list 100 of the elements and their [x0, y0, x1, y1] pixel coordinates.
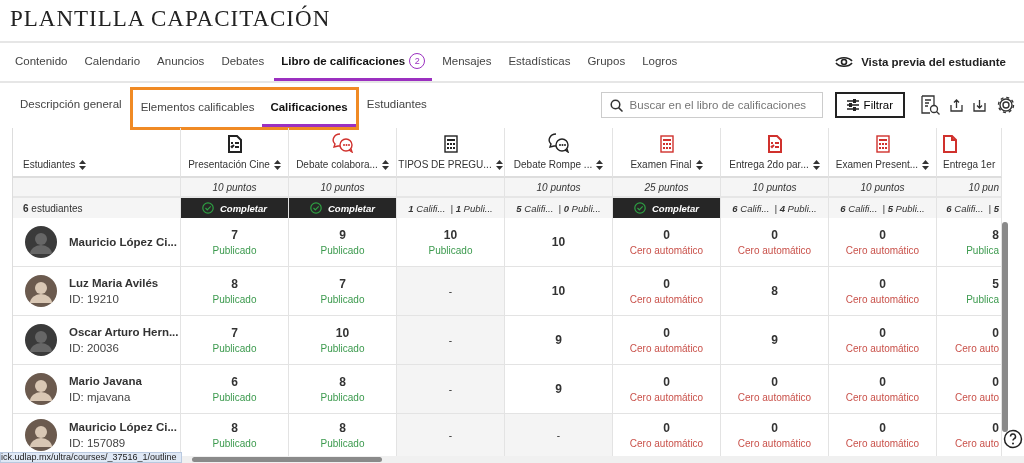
grade-cell[interactable]: 7 Publicado — [181, 218, 289, 267]
student-id: ID: 19210 — [69, 293, 120, 305]
column-title[interactable]: Debate colabora... — [296, 159, 378, 170]
grade-cell[interactable]: - — [397, 414, 505, 456]
grading-counts: 6 Califi... | 5 Publi... — [829, 198, 937, 218]
sort-icon[interactable] — [273, 159, 281, 170]
upload-icon[interactable] — [950, 98, 963, 112]
complete-button[interactable]: Completar — [181, 198, 289, 218]
download-icon[interactable] — [973, 98, 986, 112]
grade-cell[interactable]: 0 Cero automático — [613, 316, 721, 365]
student-name[interactable]: Mauricio López Ci... — [69, 236, 177, 248]
grade-status: Publicado — [320, 294, 365, 305]
grade-status: Cero automático — [629, 343, 704, 354]
nav-tab[interactable]: Anuncios — [150, 43, 212, 81]
grading-counts: 6 Califi... | 4 Publi... — [721, 198, 829, 218]
grade-cell[interactable]: - — [505, 414, 613, 456]
help-icon[interactable] — [1003, 429, 1023, 449]
sort-icon[interactable] — [695, 159, 703, 170]
column-title[interactable]: Examen Final — [630, 159, 692, 170]
student-name[interactable]: Mario Javana — [69, 375, 142, 387]
sort-icon[interactable] — [812, 159, 820, 170]
grade-cell[interactable]: 0 Cero automático — [829, 218, 937, 267]
student-id: ID: mjavana — [69, 391, 132, 403]
report-search-icon[interactable] — [920, 95, 940, 116]
grade-cell[interactable]: 8 — [721, 267, 829, 316]
column-title[interactable]: Examen Present... — [835, 159, 919, 170]
nav-tab[interactable]: Logros — [635, 43, 685, 81]
horizontal-scrollbar[interactable] — [191, 457, 382, 462]
complete-button[interactable]: Completar — [289, 198, 397, 218]
sort-icon[interactable] — [79, 159, 87, 170]
grade-status: Publicado — [212, 392, 257, 403]
student-name[interactable]: Luz Maria Avilés — [69, 277, 159, 289]
nav-tab[interactable]: Debates — [214, 43, 272, 81]
student-name[interactable]: Mauricio López Ci... — [69, 421, 177, 433]
complete-button[interactable]: Completar — [613, 198, 721, 218]
column-title[interactable]: Presentación Cine — [188, 159, 270, 170]
column-title[interactable]: Debate Rompe ... — [513, 159, 593, 170]
grade-cell[interactable]: 9 — [721, 316, 829, 365]
check-circle-icon — [634, 202, 646, 214]
student-name[interactable]: Oscar Arturo Hern... — [69, 326, 179, 338]
nav-tab[interactable]: Libro de calificaciones 2 — [274, 43, 433, 81]
grade-cell[interactable]: 9 Publicado — [289, 218, 397, 267]
grade-status: Cero auto — [955, 392, 999, 403]
grade-cell[interactable]: - — [397, 365, 505, 414]
grade-cell[interactable]: 0 Cero automático — [721, 218, 829, 267]
column-title[interactable]: Estudiantes — [23, 159, 76, 170]
column-title[interactable]: Entrega 1er — [943, 159, 996, 170]
sub-tab[interactable]: Estudiantes — [358, 97, 435, 113]
grade-status: Publicado — [320, 438, 365, 449]
filter-button[interactable]: Filtrar — [834, 92, 905, 119]
search-field[interactable]: Buscar en el libro de calificaciones — [600, 92, 823, 119]
sort-icon[interactable] — [922, 159, 930, 170]
grade-value: 7 — [231, 326, 238, 340]
sub-tab[interactable]: Calificaciones — [262, 89, 356, 127]
nav-tab[interactable]: Grupos — [580, 43, 633, 81]
sub-tab[interactable]: Descripción general — [12, 97, 130, 113]
settings-icon[interactable] — [996, 95, 1016, 116]
vertical-scrollbar[interactable] — [1002, 222, 1008, 432]
student-id: ID: 20036 — [69, 342, 120, 354]
grade-cell[interactable]: 7 Publicado — [181, 316, 289, 365]
nav-tab[interactable]: Estadísticas — [501, 43, 578, 81]
grade-status: Publicado — [320, 392, 365, 403]
grade-value: 7 — [231, 228, 238, 242]
grade-cell[interactable]: 0 Cero automático — [613, 218, 721, 267]
sub-tab[interactable]: Elementos calificables — [132, 89, 263, 127]
points-cell: 10 puntos — [289, 178, 397, 198]
grade-cell[interactable]: 0 Cero automático — [829, 267, 937, 316]
nav-tab[interactable]: Contenido — [8, 43, 75, 81]
grade-cell[interactable]: 0 Cero automático — [721, 365, 829, 414]
column-title[interactable]: Entrega 2do par... — [729, 159, 809, 170]
nav-tab[interactable]: Mensajes — [435, 43, 499, 81]
grade-cell[interactable]: - — [397, 267, 505, 316]
grade-cell[interactable]: 10 — [505, 267, 613, 316]
student-id: ID: 157089 — [69, 437, 127, 449]
grade-cell[interactable]: 0 Cero automático — [613, 365, 721, 414]
grade-status: Publicado — [428, 245, 473, 256]
student-preview-button[interactable]: Vista previa del estudiante — [827, 43, 1012, 81]
grade-cell[interactable]: 0 Cero automático — [829, 365, 937, 414]
eye-icon — [833, 55, 856, 70]
grade-value: 9 — [771, 333, 778, 347]
grade-cell[interactable]: 10 — [505, 218, 613, 267]
grade-value: 8 — [339, 375, 346, 389]
nav-tab[interactable]: Calendario — [77, 43, 148, 81]
grade-cell[interactable]: 0 Cero automático — [829, 316, 937, 365]
sort-icon[interactable] — [495, 159, 503, 170]
grade-cell[interactable]: 8 Publicado — [181, 267, 289, 316]
points-cell: 10 puntos — [829, 178, 937, 198]
grade-value: 0 — [992, 421, 999, 435]
sort-icon[interactable] — [381, 159, 389, 170]
course-title: PLANTILLA CAPACITACIÓN — [9, 4, 332, 33]
grade-cell[interactable]: 0 Cero automático — [613, 267, 721, 316]
grading-counts: 1 Califi... | 1 Publi... — [397, 198, 505, 218]
grade-value: 0 — [879, 421, 886, 435]
sort-icon[interactable] — [596, 159, 604, 170]
grade-value: 8 — [992, 228, 999, 242]
grade-cell[interactable]: - — [397, 316, 505, 365]
column-title[interactable]: TIPOS DE PREGU... — [398, 159, 492, 170]
grade-cell[interactable]: 9 — [505, 316, 613, 365]
grade-cell[interactable]: 6 Publicado — [181, 365, 289, 414]
grade-value: 0 — [879, 326, 886, 340]
